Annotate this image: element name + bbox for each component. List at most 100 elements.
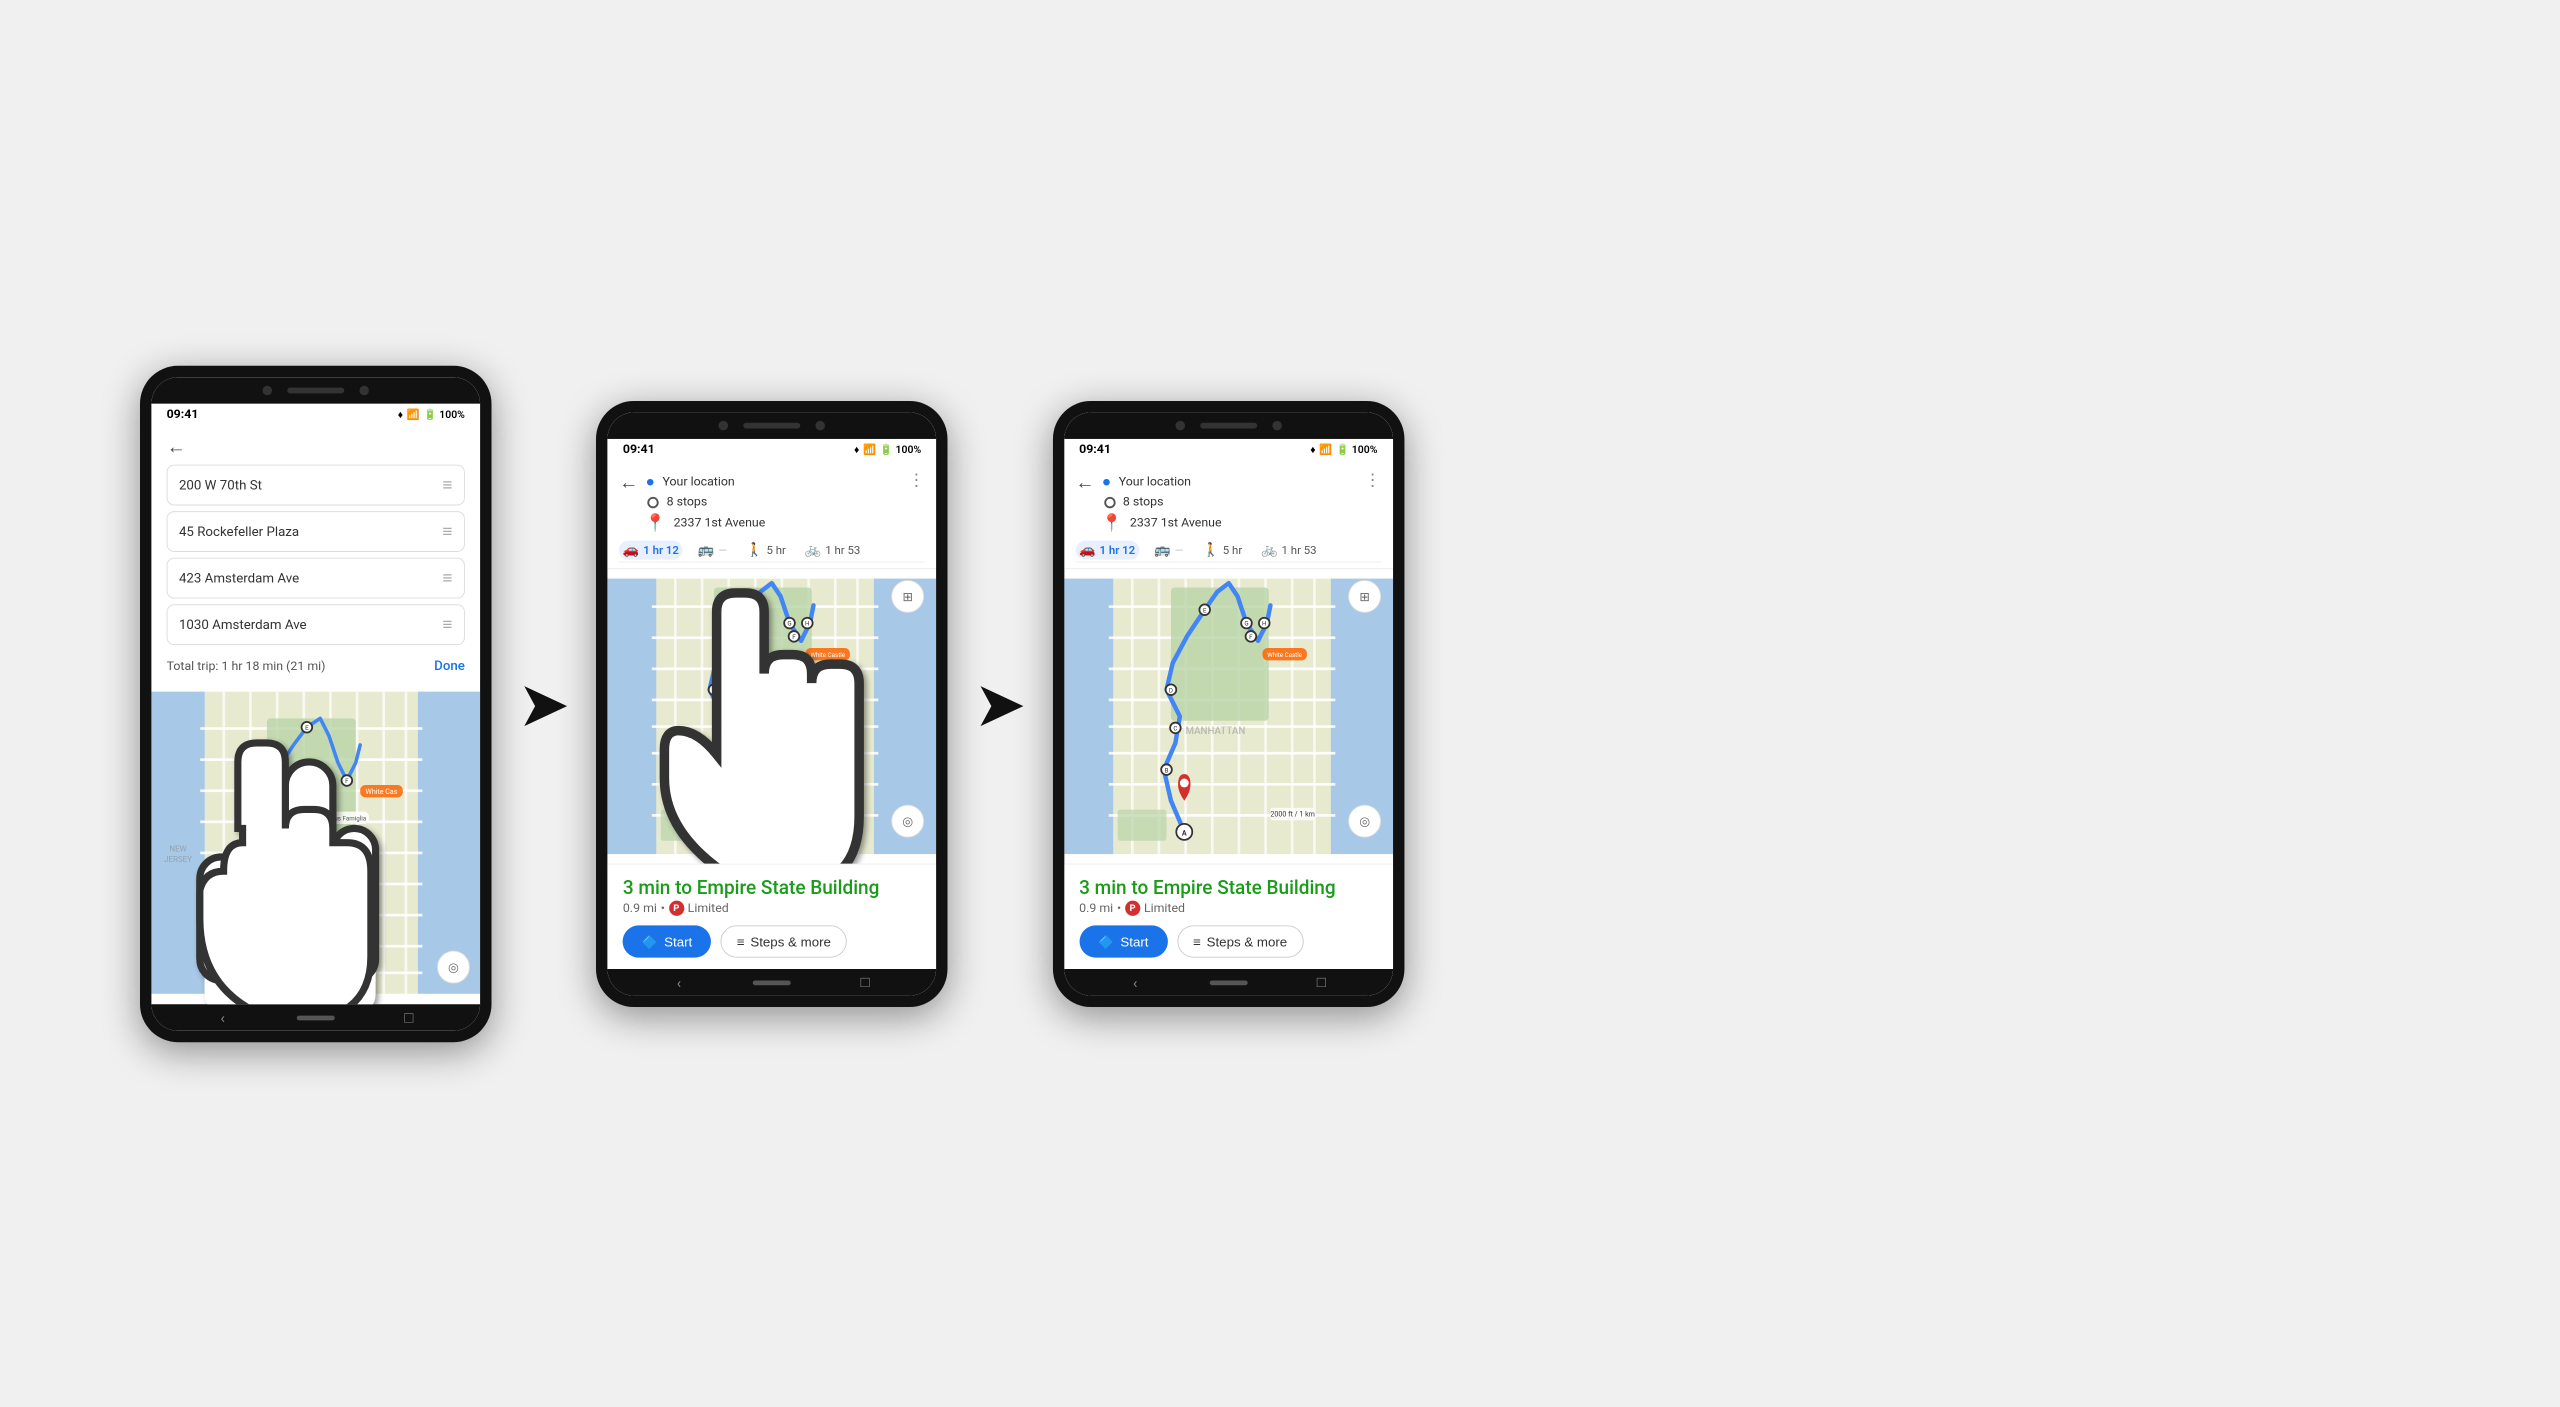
camera-2 (359, 385, 369, 395)
bike-icon-2: 🚲 (805, 542, 822, 557)
svg-text:JERSEY: JERSEY (164, 855, 192, 864)
stop-item-3[interactable]: 423 Amsterdam Ave ≡ (167, 557, 465, 598)
stop-handle-1[interactable]: ≡ (443, 475, 453, 495)
transit-icon-2: 🚌 (698, 542, 715, 557)
home-btn-3[interactable] (1209, 979, 1247, 984)
svg-text:H: H (805, 619, 809, 627)
steps-button-2[interactable]: ≡ Steps & more (721, 925, 847, 957)
nav-square-3[interactable]: □ (1310, 970, 1333, 993)
route-header-3: ← ● Your location 8 stops 📍 2337 1st A (1064, 460, 1393, 568)
start-icon-2: 🔷 (642, 933, 659, 949)
nav-square-1[interactable]: □ (397, 1006, 420, 1029)
more-options-btn-3[interactable]: ⋮ (1364, 470, 1381, 490)
start-button-2[interactable]: 🔷 Start (623, 925, 711, 957)
dot-icon-blue-3: ● (1102, 472, 1111, 491)
map-3[interactable]: A B C D E F G H (1064, 569, 1393, 863)
status-time-1: 09:41 (167, 407, 199, 421)
status-bar-1: 09:41 ♦ 📶 🔋 100% (151, 403, 480, 425)
phone-top-notch-2 (608, 412, 937, 439)
parking-icon-3: P (1125, 900, 1140, 915)
dest-label-2: 2337 1st Avenue (674, 515, 766, 529)
transport-tab-walk-3[interactable]: 🚶 5 hr (1199, 540, 1246, 559)
home-btn-1[interactable] (297, 1015, 335, 1020)
svg-text:MANHATTAN: MANHATTAN (729, 726, 789, 737)
svg-text:A: A (264, 962, 269, 971)
done-button[interactable]: Done (434, 658, 465, 673)
phone-nav-3: ‹ □ (1064, 969, 1393, 996)
back-button-2[interactable]: ← (619, 470, 638, 494)
trip-footer: Total trip: 1 hr 18 min (21 mi) Done (151, 650, 480, 680)
stop-list: 200 W 70th St ≡ 45 Rockefeller Plaza ≡ 4… (151, 464, 480, 644)
svg-text:White Cas: White Cas (366, 786, 398, 795)
stop-handle-2[interactable]: ≡ (443, 521, 453, 541)
back-button-1[interactable]: ← (167, 435, 186, 459)
svg-text:B: B (708, 766, 712, 774)
nav-back-3[interactable]: ‹ (1124, 970, 1147, 993)
route-title-2: 3 min to Empire State Building (623, 875, 921, 898)
transport-tab-transit-3[interactable]: 🚌 — (1150, 540, 1187, 559)
car-time-3: 1 hr 12 (1100, 543, 1136, 556)
svg-text:D: D (265, 817, 269, 825)
status-icons-3: ♦ 📶 🔋 100% (1310, 443, 1377, 455)
map-1[interactable]: A B C D E F Famous Famiglia White Cas (151, 681, 480, 1004)
transport-tab-bike-3[interactable]: 🚲 1 hr 53 (1257, 540, 1320, 559)
svg-text:White Castle: White Castle (1267, 650, 1302, 658)
transport-tab-walk-2[interactable]: 🚶 5 hr (742, 540, 789, 559)
route-header-top-2: ← ● Your location 8 stops 📍 2337 1st A (619, 470, 925, 535)
svg-text:B: B (256, 901, 260, 909)
stop-handle-4[interactable]: ≡ (443, 614, 453, 634)
route-title-3: 3 min to Empire State Building (1079, 875, 1377, 898)
nav-back-2[interactable]: ‹ (668, 970, 691, 993)
phone-nav-1: ‹ □ (151, 1004, 480, 1031)
svg-text:C: C (717, 724, 721, 732)
walk-time-3: 5 hr (1223, 543, 1242, 556)
transport-tabs-2: 🚗 1 hr 12 🚌 — 🚶 5 hr 🚲 1 hr 53 (619, 534, 925, 562)
stop-item-2[interactable]: 45 Rockefeller Plaza ≡ (167, 511, 465, 552)
svg-text:A: A (725, 828, 730, 837)
stop-item-4[interactable]: 1030 Amsterdam Ave ≡ (167, 604, 465, 645)
svg-text:C: C (260, 857, 264, 865)
svg-text:G: G (788, 619, 792, 627)
more-options-btn-2[interactable]: ⋮ (908, 470, 925, 490)
svg-text:NEW: NEW (169, 844, 186, 853)
transport-tab-transit-2[interactable]: 🚌 — (694, 540, 731, 559)
speaker-3 (1200, 422, 1257, 428)
transit-label-2: — (718, 543, 727, 556)
svg-text:F: F (793, 633, 797, 641)
status-icons-2: ♦ 📶 🔋 100% (854, 443, 921, 455)
start-icon-3: 🔷 (1098, 933, 1115, 949)
stop-item-1[interactable]: 200 W 70th St ≡ (167, 464, 465, 505)
home-btn-2[interactable] (753, 979, 791, 984)
speaker (287, 387, 344, 393)
route-bottom-2: 3 min to Empire State Building 0.9 mi • … (608, 863, 937, 968)
route-distance-3: 0.9 mi (1079, 901, 1113, 915)
nav-back-1[interactable]: ‹ (211, 1006, 234, 1029)
start-button-3[interactable]: 🔷 Start (1079, 925, 1167, 957)
svg-text:E: E (1203, 606, 1207, 614)
svg-text:MANHATTAN: MANHATTAN (268, 861, 328, 872)
transport-tab-bike-2[interactable]: 🚲 1 hr 53 (801, 540, 864, 559)
transport-tab-car-2[interactable]: 🚗 1 hr 12 (619, 540, 683, 559)
dot-icon-white-2 (648, 496, 659, 507)
route-stop-count: 8 stops (646, 493, 908, 511)
route-subtitle-2: 0.9 mi • P Limited (623, 900, 921, 915)
svg-text:F: F (345, 777, 349, 785)
status-icons-1: ♦ 📶 🔋 100% (398, 408, 465, 420)
transport-tabs-3: 🚗 1 hr 12 🚌 — 🚶 5 hr 🚲 1 hr 53 (1075, 534, 1381, 562)
status-time-2: 09:41 (623, 442, 655, 456)
transport-tab-car-3[interactable]: 🚗 1 hr 12 (1075, 540, 1139, 559)
map-2[interactable]: A B C D E F G (608, 569, 937, 863)
svg-text:◎: ◎ (1359, 814, 1370, 829)
walk-time-2: 5 hr (767, 543, 786, 556)
car-icon-3: 🚗 (1079, 542, 1096, 557)
route-stop-dest: 📍 2337 1st Avenue (646, 511, 908, 535)
parking-label-3: Limited (1144, 901, 1185, 915)
car-icon-2: 🚗 (623, 542, 640, 557)
svg-text:C: C (1173, 724, 1177, 732)
svg-text:White Castle: White Castle (811, 650, 846, 658)
nav-square-2[interactable]: □ (854, 970, 877, 993)
bike-time-3: 1 hr 53 (1282, 543, 1317, 556)
steps-button-3[interactable]: ≡ Steps & more (1177, 925, 1303, 957)
stop-handle-3[interactable]: ≡ (443, 568, 453, 588)
back-button-3[interactable]: ← (1075, 470, 1094, 494)
